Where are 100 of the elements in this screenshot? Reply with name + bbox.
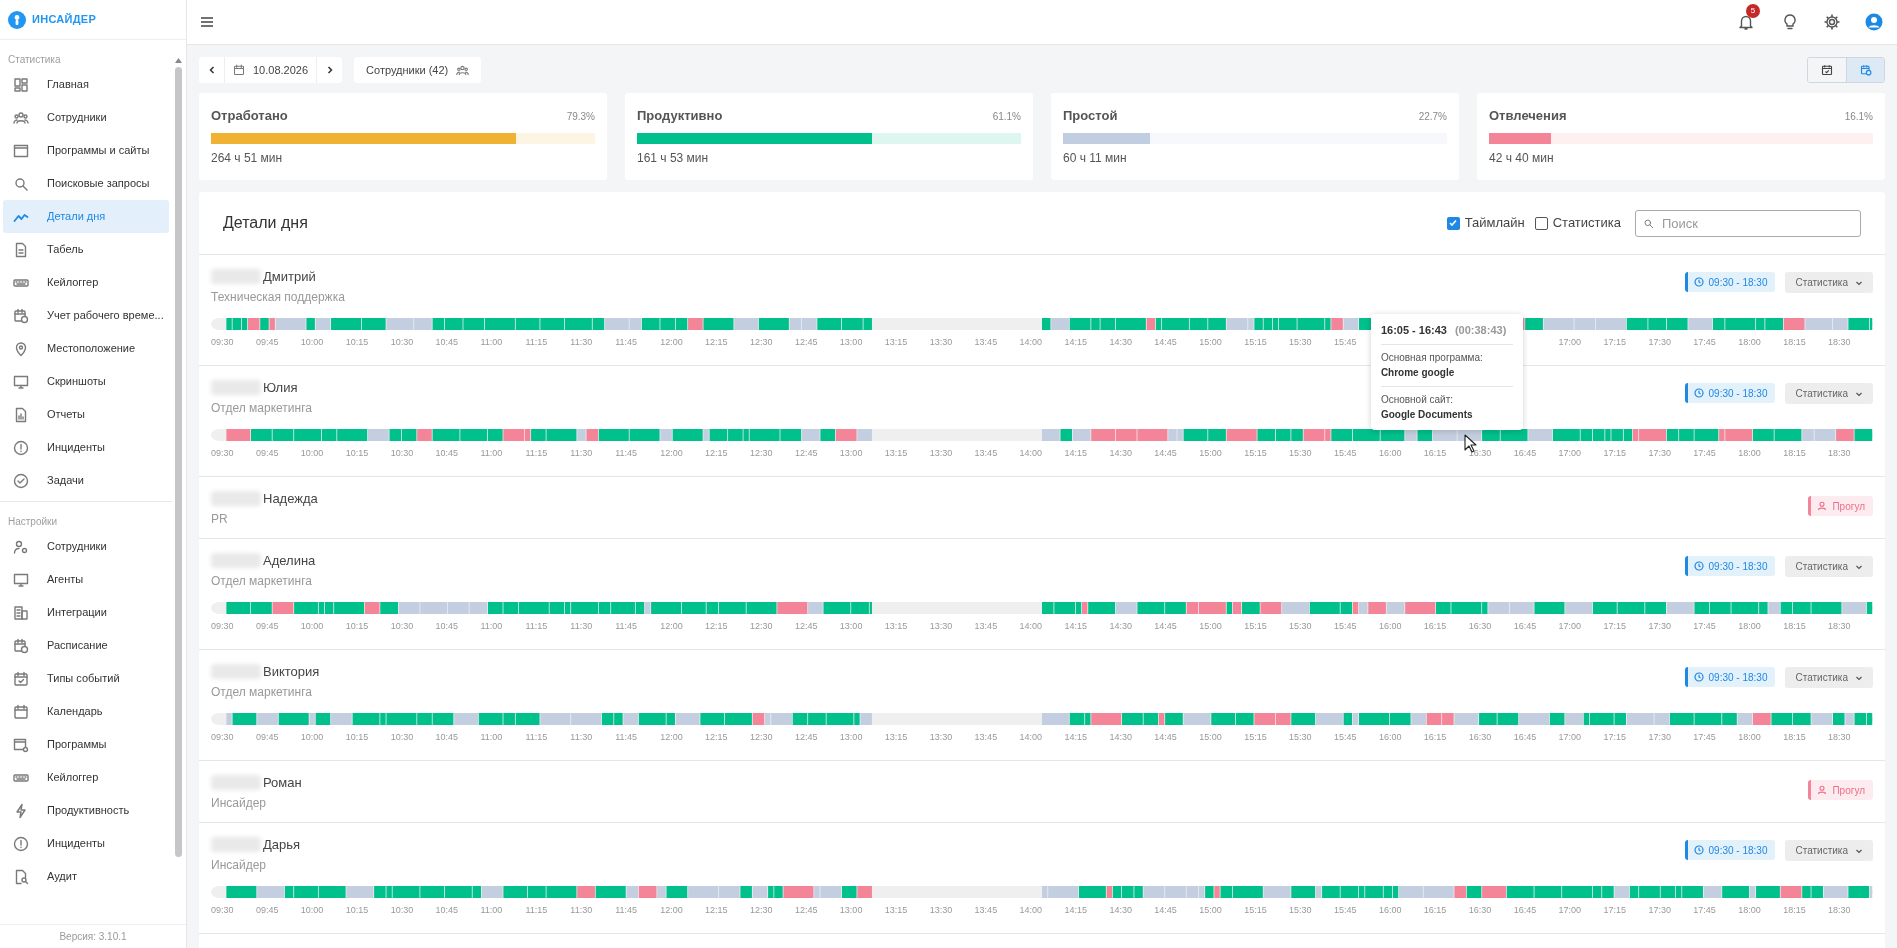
time-tick: 11:30	[570, 446, 593, 460]
view-toggle-button[interactable]	[1846, 58, 1884, 82]
tooltip-duration: (00:38:43)	[1454, 322, 1507, 338]
sidebar-item[interactable]: Кейлоггер	[3, 266, 169, 299]
time-tick: 17:30	[1648, 730, 1671, 744]
time-tick: 16:15	[1423, 446, 1447, 460]
sidebar-item[interactable]: Инциденты	[3, 431, 169, 464]
time-tick: 18:00	[1738, 619, 1761, 633]
stat-value: 161 ч 53 мин	[637, 149, 710, 167]
time-tick: 10:45	[435, 619, 459, 633]
time-tick: 17:30	[1648, 446, 1671, 460]
time-tick: 12:15	[705, 619, 728, 633]
time-tick: 18:00	[1738, 335, 1761, 349]
time-tick: 14:30	[1109, 619, 1132, 633]
sidebar-item[interactable]: Расписание	[3, 629, 169, 662]
sidebar-item[interactable]: Учет рабочего време...	[3, 299, 169, 332]
sidebar-item[interactable]: Программы	[3, 728, 169, 761]
time-tick: 12:45	[794, 619, 818, 633]
monitor-icon	[13, 571, 29, 588]
time-tick: 11:15	[525, 446, 548, 460]
time-tick: 16:45	[1513, 446, 1537, 460]
statistics-dropdown[interactable]: Статистика	[1785, 556, 1873, 577]
time-tick: 18:30	[1828, 903, 1851, 917]
time-tick: 10:30	[390, 446, 414, 460]
tooltip-label: Основная программа:	[1380, 351, 1484, 365]
sidebar-item[interactable]: Табель	[3, 233, 169, 266]
statistics-dropdown[interactable]: Статистика	[1785, 667, 1873, 688]
time-tick: 17:30	[1648, 335, 1671, 349]
activity-timeline-drawing[interactable]	[211, 428, 1873, 441]
time-tick: 14:45	[1154, 335, 1177, 349]
lightbulb-icon[interactable]	[1781, 13, 1799, 31]
checkbox[interactable]	[1534, 216, 1548, 230]
sidebar-item[interactable]: Местоположение	[3, 332, 169, 365]
sidebar-item[interactable]: Программы и сайты	[3, 134, 169, 167]
time-tick: 14:15	[1064, 335, 1087, 349]
sidebar-item[interactable]: Продуктивность	[3, 794, 169, 827]
stat-value: 60 ч 11 мин	[1063, 149, 1128, 167]
stat-title: Продуктивно	[637, 107, 723, 125]
time-tick: 15:45	[1333, 903, 1357, 917]
employee-name: Роман	[263, 774, 302, 792]
time-tick: 09:30	[211, 446, 234, 460]
time-tick: 13:30	[929, 619, 953, 633]
activity-timeline-drawing[interactable]	[211, 885, 1873, 898]
activity-timeline-drawing[interactable]	[211, 712, 1873, 725]
time-tick: 15:00	[1199, 903, 1222, 917]
time-tick: 15:30	[1289, 446, 1312, 460]
sidebar-item[interactable]: Отчеты	[3, 398, 169, 431]
time-tick: 11:30	[570, 903, 593, 917]
sidebar-item[interactable]: Сотрудники	[3, 530, 169, 563]
sidebar-item[interactable]: Задачи	[3, 464, 169, 497]
schedule-badge: 09:30 - 18:30	[1684, 383, 1776, 403]
time-tick: 13:15	[884, 903, 908, 917]
sidebar-item[interactable]: Интеграции	[3, 596, 169, 629]
time-tick: 15:15	[1244, 446, 1267, 460]
time-tick: 13:30	[929, 446, 953, 460]
statistics-dropdown[interactable]: Статистика	[1785, 383, 1873, 404]
statistics-dropdown[interactable]: Статистика	[1785, 272, 1873, 293]
sidebar-item[interactable]: Аудит	[3, 860, 169, 893]
department-text: Отдел маркетинга	[211, 572, 313, 590]
checkmark-icon	[1448, 218, 1459, 228]
users-icon	[456, 63, 470, 77]
time-tick: 14:45	[1154, 619, 1177, 633]
search-field[interactable]: Поиск	[1635, 209, 1861, 237]
time-tick: 11:30	[570, 335, 593, 349]
notifications-icon[interactable]	[1737, 13, 1755, 31]
time-tick: 10:15	[345, 903, 369, 917]
time-tick: 09:45	[255, 446, 279, 460]
sidebar-item[interactable]: Типы событий	[3, 662, 169, 695]
sidebar-item[interactable]: Кейлоггер	[3, 761, 169, 794]
sidebar-item[interactable]: Главная	[3, 68, 169, 101]
sidebar-item[interactable]: Календарь	[3, 695, 169, 728]
menu-icon[interactable]	[199, 14, 215, 30]
checkbox[interactable]	[1446, 216, 1460, 230]
time-tick: 18:00	[1738, 730, 1761, 744]
sidebar-item[interactable]: Агенты	[3, 563, 169, 596]
scroll-up-arrow-icon[interactable]	[174, 58, 182, 63]
user-icon[interactable]	[1865, 13, 1883, 31]
notification-count: 5	[1746, 4, 1760, 18]
time-tick: 09:30	[211, 335, 234, 349]
activity-timeline-drawing[interactable]	[211, 601, 1873, 614]
sidebar-item[interactable]: Скриншоты	[3, 365, 169, 398]
department-text: PR	[211, 510, 229, 528]
sidebar-item[interactable]: Сотрудники	[3, 101, 169, 134]
time-tick: 17:15	[1603, 903, 1626, 917]
sidebar-item[interactable]: Поисковые запросы	[3, 167, 169, 200]
stat-percent: 79.3%	[566, 110, 595, 124]
employees-filter-button[interactable]: Сотрудники (42)	[354, 57, 482, 83]
time-tick: 14:15	[1064, 903, 1087, 917]
settings-icon[interactable]	[1823, 13, 1841, 31]
statistics-dropdown[interactable]: Статистика	[1785, 840, 1873, 861]
filter-checkbox[interactable]: Статистика	[1534, 213, 1621, 233]
time-tick: 15:15	[1244, 903, 1267, 917]
search-icon	[13, 175, 29, 192]
time-tick: 13:15	[884, 446, 908, 460]
sidebar-item[interactable]: Инциденты	[3, 827, 169, 860]
time-tick: 10:45	[435, 335, 459, 349]
time-tick: 16:15	[1423, 730, 1447, 744]
employee-name: Юлия	[263, 379, 298, 397]
filter-checkbox[interactable]: Таймлайн	[1446, 213, 1525, 233]
time-tick: 15:30	[1289, 903, 1312, 917]
